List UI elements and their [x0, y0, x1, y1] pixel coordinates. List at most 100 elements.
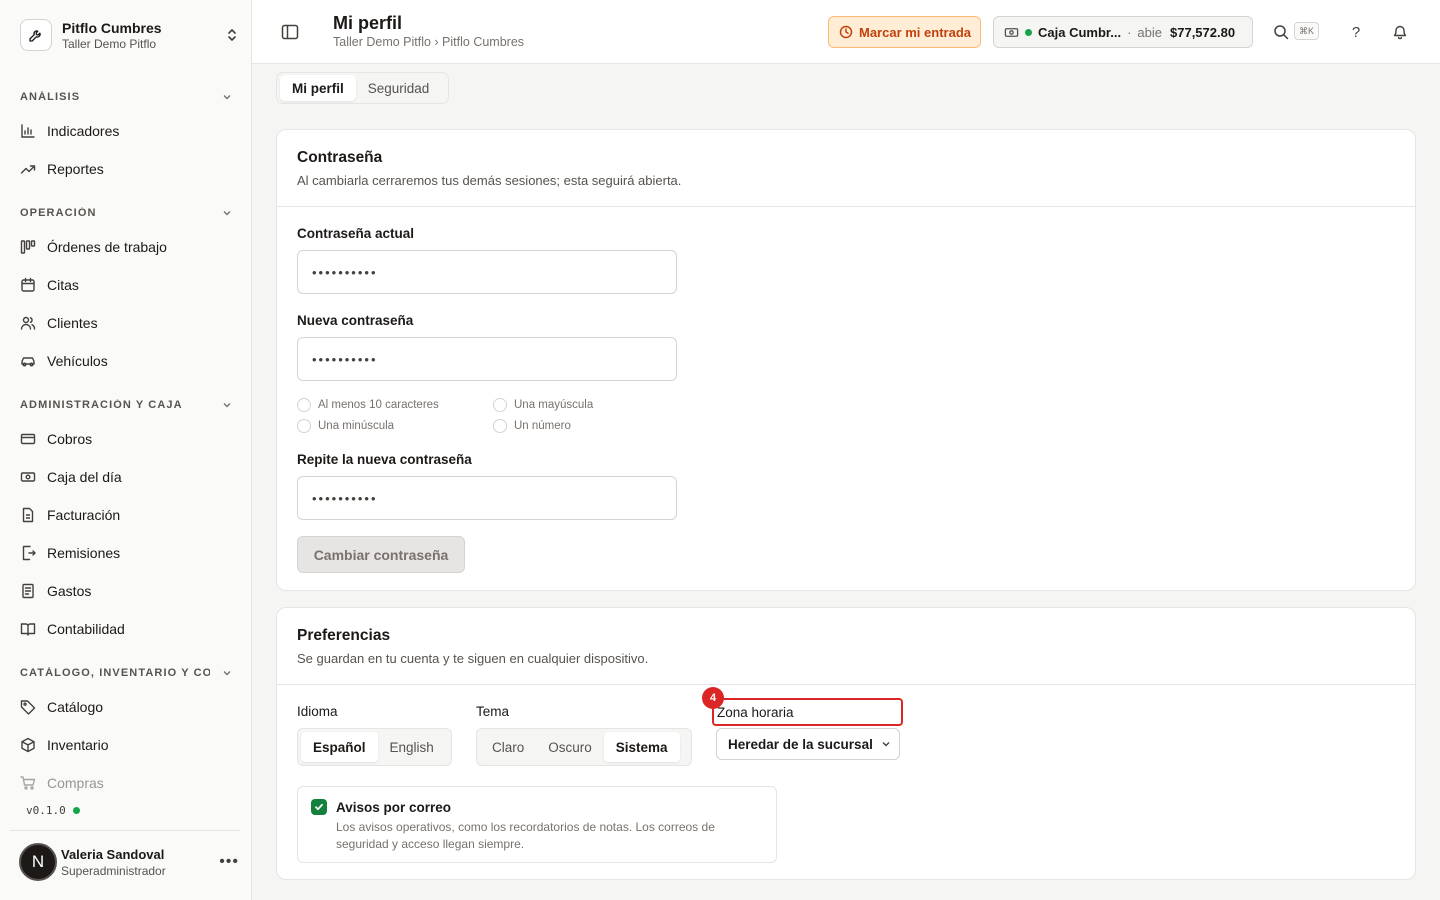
email-notifications-description: Los avisos operativos, como los recordat… — [336, 820, 715, 851]
book-icon — [20, 621, 36, 637]
card-title: Contraseña — [297, 149, 383, 166]
language-option-en[interactable]: English — [378, 732, 446, 762]
section-label: ADMINISTRACIÓN Y CAJA — [20, 399, 183, 411]
theme-option-system[interactable]: Sistema — [603, 732, 680, 762]
sidebar-item-label: Gastos — [47, 583, 92, 599]
profile-tabs: Mi perfil Seguridad — [276, 72, 449, 104]
user-menu[interactable]: N Valeria Sandoval Superadministrador ••… — [19, 842, 239, 882]
sidebar-item-ordenes[interactable]: Órdenes de trabajo — [20, 233, 232, 261]
sidebar-toggle-icon[interactable] — [280, 22, 300, 42]
user-name: Valeria Sandoval — [61, 846, 165, 862]
card-description: Al cambiarla cerraremos tus demás sesion… — [297, 173, 682, 188]
requirement-circle-icon — [297, 398, 311, 412]
workspace-name: Pitflo Cumbres — [62, 19, 162, 36]
clock-in-button[interactable]: Marcar mi entrada — [828, 16, 981, 48]
requirement-number: Un número — [493, 419, 571, 433]
password-card: Contraseña Al cambiarla cerraremos tus d… — [276, 129, 1416, 591]
car-icon — [20, 353, 36, 369]
sidebar-item-compras[interactable]: Compras — [20, 769, 232, 797]
cart-icon — [20, 775, 36, 791]
sidebar-item-clientes[interactable]: Clientes — [20, 309, 232, 337]
tab-seguridad[interactable]: Seguridad — [356, 75, 442, 101]
workspace-subtitle: Taller Demo Pitflo — [62, 36, 157, 51]
language-label: Idioma — [297, 704, 338, 719]
theme-option-dark[interactable]: Oscuro — [536, 732, 604, 762]
repeat-password-input[interactable]: •••••••••• — [297, 476, 677, 520]
requirement-text: Una minúscula — [318, 420, 395, 432]
sidebar-item-inventario[interactable]: Inventario — [20, 731, 232, 759]
sidebar-item-label: Remisiones — [47, 545, 121, 561]
section-administracion[interactable]: ADMINISTRACIÓN Y CAJA — [20, 397, 232, 413]
preferences-card: Preferencias Se guardan en tu cuenta y t… — [276, 607, 1416, 880]
card-header: Preferencias Se guardan en tu cuenta y t… — [277, 608, 1415, 685]
theme-label: Tema — [476, 704, 510, 719]
banknote-icon — [20, 469, 36, 485]
card-header: Contraseña Al cambiarla cerraremos tus d… — [277, 130, 1415, 207]
sidebar-item-caja-del-dia[interactable]: Caja del día — [20, 463, 232, 491]
section-catalogo[interactable]: CATÁLOGO, INVENTARIO Y CO... — [20, 665, 232, 681]
current-password-label: Contraseña actual — [297, 226, 415, 241]
tab-mi-perfil[interactable]: Mi perfil — [280, 75, 356, 101]
timezone-value: Heredar de la sucursal — [728, 736, 873, 752]
new-password-input[interactable]: •••••••••• — [297, 337, 677, 381]
requirement-lowercase: Una minúscula — [297, 419, 394, 433]
sidebar-item-catalogo[interactable]: Catálogo — [20, 693, 232, 721]
sidebar-item-label: Catálogo — [47, 699, 104, 715]
requirement-text: Un número — [514, 420, 571, 432]
timezone-select[interactable]: Heredar de la sucursal — [716, 728, 900, 760]
annotation-badge: 4 — [702, 687, 724, 709]
cash-status: abie — [1137, 24, 1162, 40]
cash-separator: · — [1127, 24, 1132, 40]
app-version: v0.1.0 — [26, 804, 80, 817]
bell-icon[interactable] — [1390, 22, 1410, 42]
sidebar-item-remisiones[interactable]: Remisiones — [20, 539, 232, 567]
workspace-switcher[interactable]: Pitflo Cumbres Taller Demo Pitflo — [20, 17, 240, 53]
credit-card-icon — [20, 431, 36, 447]
requirement-text: Una mayúscula — [514, 399, 594, 411]
more-icon[interactable]: ••• — [219, 853, 239, 871]
tag-icon — [20, 699, 36, 715]
section-label: CATÁLOGO, INVENTARIO Y CO... — [20, 667, 210, 679]
box-icon — [20, 737, 36, 753]
version-text: v0.1.0 — [26, 804, 66, 817]
current-password-input[interactable]: •••••••••• — [297, 250, 677, 294]
wrench-icon — [20, 19, 52, 51]
sidebar-item-label: Caja del día — [47, 469, 122, 485]
sidebar-item-vehiculos[interactable]: Vehículos — [20, 347, 232, 375]
email-notifications-option[interactable]: Avisos por correo Los avisos operativos,… — [297, 786, 777, 863]
sidebar-item-reportes[interactable]: Reportes — [20, 155, 232, 183]
cash-register-button[interactable]: Caja Cumbr... · abie $77,572.80 — [993, 16, 1253, 48]
sidebar-item-indicadores[interactable]: Indicadores — [20, 117, 232, 145]
breadcrumb: Taller Demo Pitflo › Pitflo Cumbres — [333, 35, 525, 49]
search-icon[interactable] — [1271, 22, 1291, 42]
sidebar-item-facturacion[interactable]: Facturación — [20, 501, 232, 529]
sidebar-divider — [10, 830, 240, 831]
sidebar: Pitflo Cumbres Taller Demo Pitflo ANÁLIS… — [0, 0, 252, 900]
receipt-icon — [20, 583, 36, 599]
card-title: Preferencias — [297, 627, 391, 644]
section-analisis[interactable]: ANÁLISIS — [20, 89, 232, 105]
sidebar-item-cobros[interactable]: Cobros — [20, 425, 232, 453]
file-export-icon — [20, 545, 36, 561]
checkbox-checked-icon[interactable] — [311, 799, 327, 815]
change-password-button[interactable]: Cambiar contraseña — [297, 536, 465, 573]
shortcut-badge: ⌘K — [1294, 22, 1319, 40]
theme-selector: Claro Oscuro Sistema — [476, 728, 692, 766]
sidebar-item-label: Compras — [47, 775, 104, 791]
banknote-icon — [1004, 27, 1019, 37]
section-label: OPERACIÓN — [20, 207, 97, 219]
language-option-es[interactable]: Español — [301, 732, 378, 762]
repeat-password-label: Repite la nueva contraseña — [297, 452, 472, 467]
calendar-icon — [20, 277, 36, 293]
help-icon[interactable]: ? — [1346, 22, 1366, 42]
sidebar-item-gastos[interactable]: Gastos — [20, 577, 232, 605]
chevron-down-icon — [223, 403, 231, 408]
theme-option-light[interactable]: Claro — [480, 732, 536, 762]
chevron-down-icon — [882, 742, 890, 747]
bar-chart-icon — [20, 123, 36, 139]
sidebar-item-citas[interactable]: Citas — [20, 271, 232, 299]
sidebar-item-contabilidad[interactable]: Contabilidad — [20, 615, 232, 643]
top-header: Mi perfil Taller Demo Pitflo › Pitflo Cu… — [252, 0, 1440, 64]
section-operacion[interactable]: OPERACIÓN — [20, 205, 232, 221]
requirement-text: Al menos 10 caracteres — [318, 399, 439, 411]
